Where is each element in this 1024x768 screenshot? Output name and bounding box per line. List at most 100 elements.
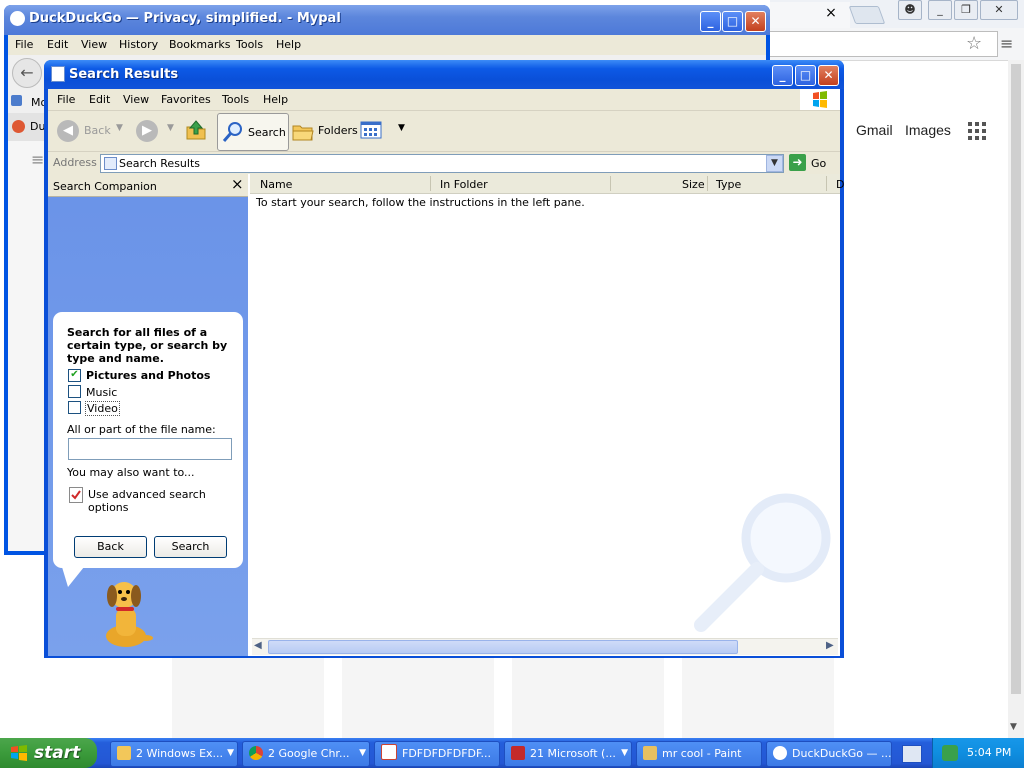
taskbar-button-duckduckgo[interactable]: DuckDuckGo — ... — [766, 741, 892, 767]
shortcut-tile[interactable] — [682, 655, 834, 738]
menu-file[interactable]: File — [15, 38, 33, 51]
taskbar-button-document[interactable]: FDFDFDFDFDF... — [374, 741, 500, 767]
images-link[interactable]: Images — [905, 122, 951, 138]
task-label: DuckDuckGo — ... — [792, 747, 892, 760]
chrome-new-tab-button[interactable] — [848, 6, 886, 24]
clock[interactable]: 5:04 PM — [967, 746, 1011, 759]
network-tray-icon[interactable] — [942, 745, 958, 761]
mypal-maximize-button[interactable]: □ — [722, 11, 743, 32]
shortcut-tile[interactable] — [342, 655, 494, 738]
chrome-close-button[interactable]: ✕ — [980, 0, 1018, 20]
duckduckgo-icon — [12, 120, 25, 133]
taskbar-button-windows-explorer[interactable]: 2 Windows Ex... ▼ — [110, 741, 238, 767]
back-arrow-icon[interactable]: ◀ — [57, 120, 79, 142]
pictures-checkbox[interactable]: ✔ — [68, 369, 81, 382]
keyboard-icon[interactable] — [902, 745, 922, 763]
menu-view[interactable]: View — [123, 93, 149, 106]
taskbar-button-microsoft[interactable]: 21 Microsoft (... ▼ — [504, 741, 632, 767]
menu-favorites[interactable]: Favorites — [161, 93, 211, 106]
windows-logo-icon — [800, 89, 840, 110]
search-button-label: Search — [248, 126, 286, 139]
shortcut-tile[interactable] — [512, 655, 664, 738]
file-name-input[interactable] — [68, 438, 232, 460]
music-checkbox[interactable] — [68, 385, 81, 398]
column-name[interactable]: Name — [260, 178, 292, 191]
chrome-restore-button[interactable]: ❐ — [954, 0, 978, 20]
views-dropdown-icon[interactable]: ▼ — [398, 123, 405, 133]
search-button[interactable]: Search — [154, 536, 227, 558]
chrome-minimize-button[interactable]: _ — [928, 0, 952, 20]
minimize-button[interactable]: _ — [772, 65, 793, 86]
folders-button-label[interactable]: Folders — [318, 124, 358, 137]
pictures-label[interactable]: Pictures and Photos — [86, 369, 210, 382]
column-divider[interactable] — [707, 176, 708, 191]
menu-tools[interactable]: Tools — [236, 38, 263, 51]
chrome-omnibox[interactable] — [760, 31, 998, 57]
menu-help[interactable]: Help — [276, 38, 301, 51]
column-divider[interactable] — [610, 176, 611, 191]
menu-file[interactable]: File — [57, 93, 75, 106]
taskbar-button-paint[interactable]: mr cool - Paint — [636, 741, 762, 767]
group-arrow-icon: ▼ — [621, 748, 628, 758]
chrome-menu-icon[interactable]: ≡ — [1000, 34, 1013, 53]
folders-icon[interactable] — [292, 122, 314, 142]
gmail-link[interactable]: Gmail — [856, 122, 893, 138]
close-button[interactable]: ✕ — [818, 65, 839, 86]
task-label: 2 Google Chr... — [268, 747, 350, 760]
taskbar-button-google-chrome[interactable]: 2 Google Chr... ▼ — [242, 741, 370, 767]
address-input[interactable]: Search Results — [100, 154, 784, 173]
column-divider[interactable] — [430, 176, 431, 191]
video-label[interactable]: Video — [85, 401, 120, 416]
scroll-down-arrow-icon[interactable]: ▼ — [1010, 722, 1017, 732]
scroll-right-arrow-icon[interactable]: ▶ — [826, 640, 834, 651]
google-apps-icon[interactable] — [968, 122, 986, 140]
advanced-search-icon — [69, 487, 83, 503]
explorer-menubar: File Edit View Favorites Tools Help — [48, 89, 840, 111]
chrome-scroll-thumb[interactable] — [1011, 64, 1021, 694]
menu-edit[interactable]: Edit — [47, 38, 68, 51]
forward-dropdown-icon[interactable]: ▼ — [167, 123, 174, 133]
column-date[interactable]: D — [836, 178, 844, 191]
maximize-button[interactable]: □ — [795, 65, 816, 86]
rover-dog-icon[interactable] — [96, 578, 158, 650]
paint-icon — [643, 746, 657, 760]
shortcut-tile[interactable] — [172, 655, 324, 738]
menu-history[interactable]: History — [119, 38, 158, 51]
column-type[interactable]: Type — [716, 178, 741, 191]
forward-arrow-icon[interactable]: ▶ — [136, 120, 158, 142]
menu-bookmarks[interactable]: Bookmarks — [169, 38, 230, 51]
task-label: 2 Windows Ex... — [136, 747, 224, 760]
video-checkbox[interactable] — [68, 401, 81, 414]
menu-tools[interactable]: Tools — [222, 93, 249, 106]
music-label[interactable]: Music — [86, 386, 117, 399]
back-dropdown-icon[interactable]: ▼ — [116, 123, 123, 133]
menu-help[interactable]: Help — [263, 93, 288, 106]
back-button-label[interactable]: Back — [84, 124, 111, 137]
menu-edit[interactable]: Edit — [89, 93, 110, 106]
address-dropdown-icon[interactable]: ▼ — [766, 155, 783, 172]
close-pane-icon[interactable]: × — [231, 175, 244, 193]
mypal-title: DuckDuckGo — Privacy, simplified. - Mypa… — [29, 11, 341, 26]
column-divider[interactable] — [826, 176, 827, 191]
mypal-minimize-button[interactable]: _ — [700, 11, 721, 32]
search-results-title: Search Results — [69, 67, 179, 82]
advanced-search-link[interactable]: Use advanced search options — [88, 488, 218, 514]
column-in-folder[interactable]: In Folder — [440, 178, 488, 191]
chrome-tab-close-icon[interactable]: × — [822, 4, 840, 22]
search-toolbar-button[interactable]: Search — [217, 113, 289, 151]
up-folder-icon[interactable] — [185, 119, 207, 141]
go-button-label[interactable]: Go — [811, 157, 826, 170]
mypal-back-icon[interactable]: ← — [12, 58, 42, 88]
column-size[interactable]: Size — [682, 178, 705, 191]
back-button[interactable]: Back — [74, 536, 147, 558]
mypal-tab[interactable]: Du — [8, 113, 48, 141]
views-icon[interactable] — [360, 120, 382, 140]
hamburger-icon[interactable]: ≡ — [31, 150, 44, 169]
menu-view[interactable]: View — [81, 38, 107, 51]
bookmark-star-icon[interactable]: ☆ — [966, 33, 982, 54]
chrome-profile-icon[interactable]: ☻ — [898, 0, 922, 20]
scroll-left-arrow-icon[interactable]: ◀ — [254, 640, 262, 651]
mypal-close-button[interactable]: ✕ — [745, 11, 766, 32]
horizontal-scroll-thumb[interactable] — [268, 640, 738, 654]
go-arrow-icon[interactable]: ➜ — [789, 154, 806, 171]
